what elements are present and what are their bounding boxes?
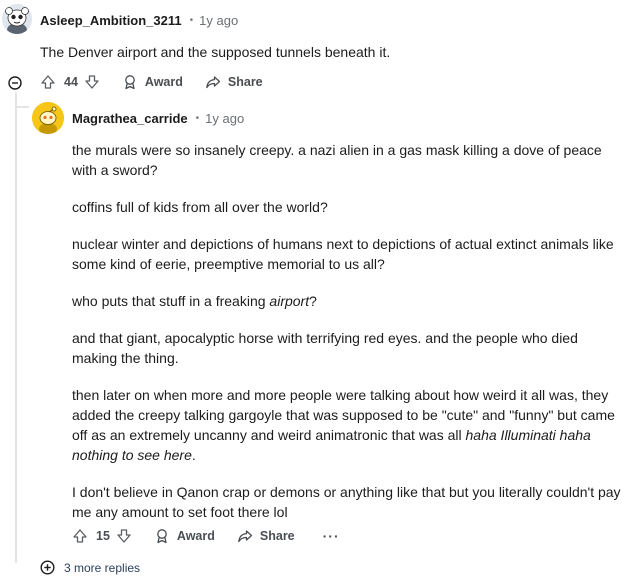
user-avatar[interactable] — [2, 4, 32, 34]
award-label: Award — [176, 529, 215, 543]
comment-body: The Denver airport and the supposed tunn… — [40, 44, 391, 60]
username-link[interactable]: Magrathea_carride — [72, 111, 188, 126]
snoo-avatar-icon — [2, 4, 32, 34]
comment-paragraph: then later on when more and more people … — [72, 385, 622, 465]
paragraph-text: . — [191, 447, 196, 463]
comment-action-bar: 44 Award Share — [40, 74, 263, 90]
more-replies-label: 3 more replies — [64, 560, 141, 575]
award-button[interactable]: Award — [154, 528, 215, 544]
italic-text: airport — [269, 293, 310, 309]
more-replies-button[interactable]: 3 more replies — [40, 560, 140, 575]
paragraph-text: ? — [309, 293, 317, 309]
plus-circle-icon — [40, 560, 55, 575]
snoo-avatar-icon — [32, 102, 64, 134]
user-avatar[interactable] — [32, 102, 64, 134]
share-label: Share — [259, 529, 295, 543]
comment-paragraph: I don't believe in Qanon crap or demons … — [72, 484, 621, 520]
share-label: Share — [227, 75, 263, 89]
meta-separator: • — [195, 113, 200, 124]
vote-count: 15 — [96, 529, 110, 543]
arrow-up-icon[interactable] — [72, 528, 88, 544]
username-link[interactable]: Asleep_Ambition_3211 — [40, 13, 182, 28]
arrow-down-icon[interactable] — [84, 74, 100, 90]
thread-branch — [15, 106, 29, 108]
paragraph-text: who puts that stuff in a freaking — [72, 293, 270, 309]
share-button[interactable]: Share — [205, 74, 263, 90]
share-button[interactable]: Share — [237, 528, 295, 544]
timestamp[interactable]: 1y ago — [205, 111, 244, 126]
vote-group: 44 — [40, 74, 100, 90]
collapse-thread-button[interactable] — [8, 76, 22, 90]
meta-separator: • — [189, 15, 194, 26]
award-label: Award — [144, 75, 183, 89]
thread-line-end — [15, 553, 17, 563]
comment-paragraph: and that giant, apocalyptic horse with t… — [72, 330, 578, 366]
arrow-up-icon[interactable] — [40, 74, 56, 90]
timestamp[interactable]: 1y ago — [199, 13, 238, 28]
comment-paragraph: nuclear winter and depictions of humans … — [72, 236, 614, 272]
thread-line[interactable] — [15, 92, 17, 555]
comment-meta: Asleep_Ambition_3211 • 1y ago — [40, 13, 238, 28]
award-icon — [157, 529, 167, 544]
share-icon — [206, 76, 221, 89]
comment-paragraph: who puts that stuff in a freaking airpor… — [72, 291, 622, 311]
comment-body: the murals were so insanely creepy. a na… — [72, 140, 622, 522]
comment-meta: Magrathea_carride • 1y ago — [72, 111, 244, 126]
vote-count: 44 — [64, 75, 78, 89]
award-icon — [125, 75, 135, 90]
minus-circle-icon — [8, 76, 22, 90]
more-options-button[interactable]: ··· — [323, 528, 340, 544]
award-button[interactable]: Award — [122, 74, 183, 90]
comment-action-bar: 15 Award Share ··· — [72, 528, 340, 544]
comment-paragraph: the murals were so insanely creepy. a na… — [72, 142, 602, 178]
vote-group: 15 — [72, 528, 132, 544]
arrow-down-icon[interactable] — [116, 528, 132, 544]
share-icon — [238, 530, 253, 543]
comment-paragraph: coffins full of kids from all over the w… — [72, 199, 328, 215]
